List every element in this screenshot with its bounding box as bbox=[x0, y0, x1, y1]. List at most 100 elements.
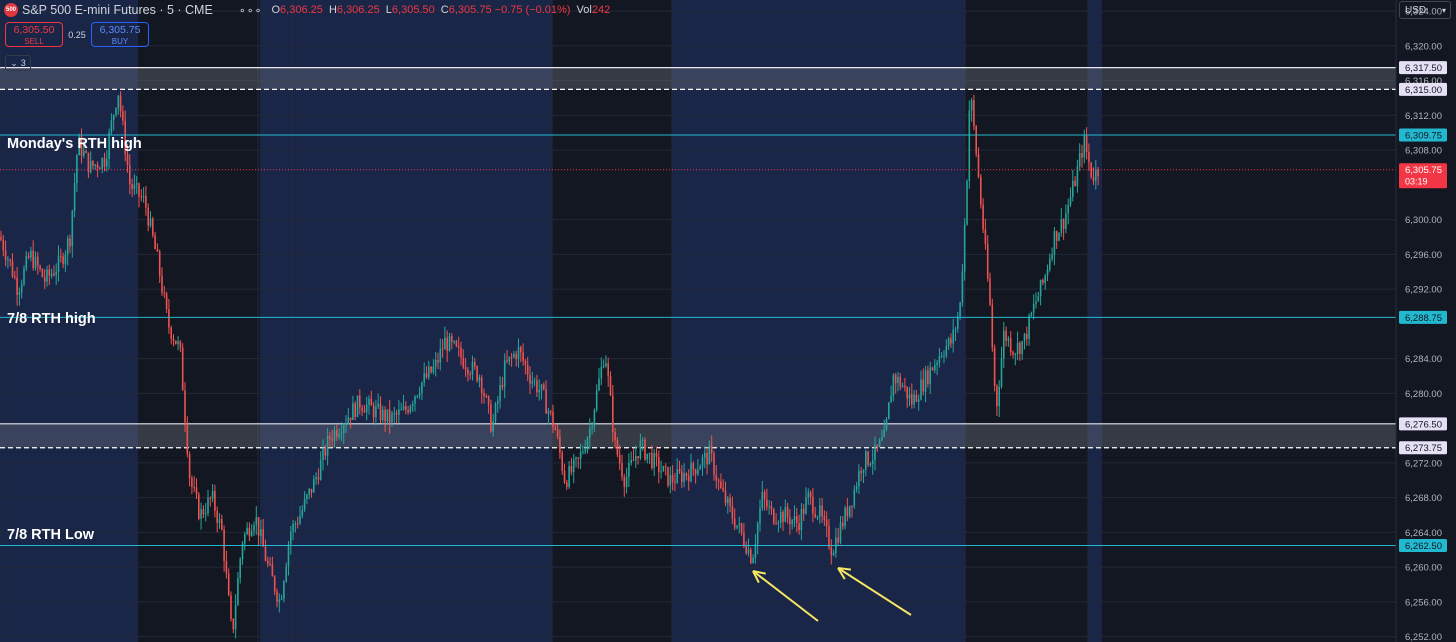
candle-body bbox=[591, 426, 593, 429]
candle-body bbox=[457, 345, 460, 348]
candle-body bbox=[462, 357, 465, 368]
candle-body bbox=[377, 403, 379, 407]
candle-body bbox=[503, 360, 506, 388]
candle-body bbox=[837, 537, 839, 543]
candle-body bbox=[181, 347, 184, 391]
candle-body bbox=[805, 497, 807, 514]
candle-body bbox=[260, 529, 262, 536]
chart-legend: 500 S&P 500 E-mini Futures · 5 · CME ∘∘∘… bbox=[4, 1, 610, 19]
candle-body bbox=[69, 238, 71, 247]
candle-body bbox=[517, 347, 520, 360]
candle-body bbox=[248, 527, 251, 536]
candle-body bbox=[984, 229, 987, 244]
candle-body bbox=[92, 160, 94, 166]
candle-body bbox=[1021, 341, 1023, 354]
candle-body bbox=[890, 395, 892, 403]
candle-body bbox=[303, 499, 306, 510]
trade-buttons: 6,305.50 SELL 0.25 6,305.75 BUY bbox=[5, 22, 149, 47]
candle-body bbox=[1049, 258, 1051, 270]
chevron-down-icon: ⌄ bbox=[10, 57, 18, 68]
candle-body bbox=[1078, 153, 1081, 167]
candle-body bbox=[540, 384, 543, 390]
candle-body bbox=[347, 417, 350, 424]
candle-body bbox=[34, 256, 37, 269]
candle-body bbox=[598, 378, 600, 391]
candle-body bbox=[257, 517, 260, 536]
candle-body bbox=[287, 544, 290, 567]
candle-body bbox=[775, 523, 777, 525]
candle-body bbox=[204, 513, 207, 515]
buy-button[interactable]: 6,305.75 BUY bbox=[91, 22, 149, 47]
candle-body bbox=[639, 440, 642, 459]
candle-body bbox=[301, 509, 304, 516]
candle-body bbox=[1058, 233, 1060, 241]
candle-body bbox=[908, 394, 911, 399]
candle-body bbox=[296, 523, 299, 525]
candle-body bbox=[0, 237, 2, 240]
candle-body bbox=[239, 559, 241, 579]
candle-body bbox=[273, 576, 276, 592]
candle-body bbox=[437, 360, 439, 363]
axis-tick-label: 6,284.00 bbox=[1405, 354, 1442, 365]
candle-body bbox=[952, 329, 954, 344]
symbol-title[interactable]: S&P 500 E-mini Futures · 5 · CME bbox=[22, 3, 213, 17]
candle-body bbox=[345, 423, 347, 426]
candle-body bbox=[763, 491, 766, 500]
candle-body bbox=[520, 347, 522, 353]
candle-body bbox=[577, 457, 580, 459]
candle-body bbox=[501, 385, 504, 388]
candle-body bbox=[825, 519, 828, 527]
candle-body bbox=[112, 115, 115, 121]
candle-body bbox=[632, 460, 635, 462]
sell-button[interactable]: 6,305.50 SELL bbox=[5, 22, 63, 47]
indicators-toggle[interactable]: ⌄ 3 bbox=[5, 55, 31, 71]
candle-body bbox=[361, 407, 363, 411]
candle-body bbox=[1074, 180, 1076, 187]
candle-body bbox=[1044, 275, 1046, 283]
candle-body bbox=[469, 374, 471, 376]
candle-body bbox=[699, 466, 701, 470]
candle-body bbox=[41, 269, 44, 277]
price-chart[interactable]: 6,324.006,320.006,316.006,312.006,308.00… bbox=[0, 0, 1456, 642]
candle-body bbox=[876, 444, 879, 447]
candle-body bbox=[605, 363, 607, 367]
candle-body bbox=[917, 399, 920, 402]
candle-body bbox=[354, 403, 356, 417]
candle-body bbox=[674, 482, 676, 484]
currency-selector[interactable]: USD ▾ bbox=[1399, 1, 1451, 19]
candle-body bbox=[494, 403, 497, 422]
more-dots-icon[interactable]: ∘∘∘ bbox=[239, 4, 263, 17]
candle-body bbox=[786, 506, 789, 518]
candle-body bbox=[55, 271, 57, 276]
candle-body bbox=[106, 158, 108, 167]
candle-body bbox=[115, 108, 117, 116]
candle-body bbox=[193, 487, 195, 489]
candle-body bbox=[892, 374, 895, 396]
candle-body bbox=[1039, 279, 1042, 297]
candle-body bbox=[554, 426, 557, 430]
candle-body bbox=[89, 160, 92, 173]
candle-body bbox=[1026, 333, 1028, 339]
candle-body bbox=[959, 302, 961, 317]
candle-body bbox=[667, 466, 669, 486]
candle-body bbox=[306, 494, 308, 500]
zone-bottom-tag-label: 6,315.00 bbox=[1405, 85, 1442, 96]
candle-body bbox=[731, 505, 734, 519]
candle-body bbox=[628, 462, 630, 478]
candle-body bbox=[924, 370, 927, 392]
candle-body bbox=[290, 531, 292, 545]
candle-body bbox=[938, 356, 941, 363]
candle-body bbox=[526, 364, 529, 376]
candle-body bbox=[71, 210, 74, 247]
candle-body bbox=[911, 394, 913, 405]
candle-body bbox=[860, 471, 862, 474]
candle-body bbox=[717, 480, 720, 482]
candle-body bbox=[1030, 312, 1033, 316]
candle-body bbox=[865, 451, 867, 470]
candle-body bbox=[927, 370, 929, 384]
candle-body bbox=[812, 496, 814, 515]
candle-body bbox=[283, 581, 285, 599]
candle-body bbox=[7, 259, 9, 261]
candle-body bbox=[209, 497, 212, 499]
candle-body bbox=[499, 385, 501, 401]
